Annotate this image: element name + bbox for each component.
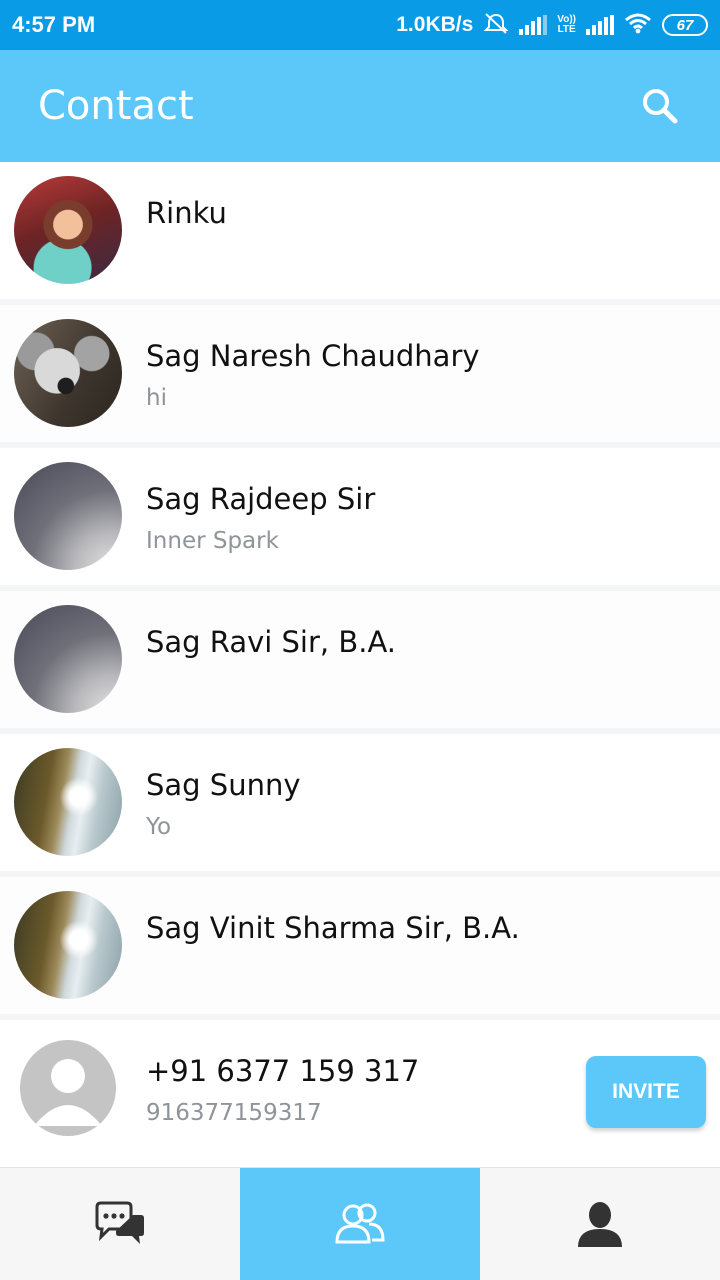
status-icons: 1.0KB/s Vo)) LTE 67 (396, 12, 708, 39)
contact-list: Rinku Sag Naresh Chaudhary hi Sag Rajdee… (0, 162, 720, 1167)
contact-status: hi (146, 385, 167, 411)
contact-status: 916377159317 (146, 1100, 322, 1126)
nav-contacts[interactable] (240, 1168, 480, 1280)
avatar (14, 462, 122, 570)
app-bar: Contact (0, 50, 720, 162)
wifi-icon (624, 12, 652, 39)
contact-row[interactable]: Rinku (0, 162, 720, 305)
profile-icon (578, 1202, 622, 1247)
contact-name: Sag Rajdeep Sir (146, 482, 376, 516)
contact-name: Rinku (146, 196, 227, 230)
status-time: 4:57 PM (12, 12, 96, 37)
avatar (14, 891, 122, 999)
lte-label: LTE (557, 24, 576, 35)
mute-alarm-icon (483, 12, 509, 39)
contact-name: Sag Naresh Chaudhary (146, 339, 480, 373)
search-icon (643, 89, 678, 124)
contact-status: Inner Spark (146, 528, 279, 554)
contact-row[interactable]: Sag Ravi Sir, B.A. (0, 591, 720, 734)
contact-row[interactable]: Sag Sunny Yo (0, 734, 720, 877)
volte-icon: Vo)) LTE (557, 15, 576, 35)
search-button[interactable] (638, 84, 682, 128)
avatar (14, 176, 122, 284)
signal-icon-2 (586, 15, 614, 35)
contact-name: Sag Vinit Sharma Sir, B.A. (146, 911, 520, 945)
nav-profile[interactable] (480, 1168, 720, 1280)
signal-icon (519, 15, 548, 35)
contact-name: +91 6377 159 317 (146, 1054, 420, 1088)
network-speed: 1.0KB/s (396, 13, 474, 36)
contacts-icon (335, 1203, 385, 1244)
contact-name: Sag Sunny (146, 768, 301, 802)
contact-status: Yo (146, 814, 172, 840)
contact-row[interactable]: +91 6377 159 317 916377159317 INVITE (0, 1020, 720, 1167)
avatar (14, 319, 122, 427)
nav-chats[interactable] (0, 1168, 240, 1280)
contact-name: Sag Ravi Sir, B.A. (146, 625, 397, 659)
default-avatar-icon (20, 1040, 116, 1136)
avatar (14, 605, 122, 713)
page-title: Contact (38, 83, 194, 129)
contact-row[interactable]: Sag Vinit Sharma Sir, B.A. (0, 877, 720, 1020)
invite-button[interactable]: INVITE (586, 1056, 706, 1128)
contact-row[interactable]: Sag Naresh Chaudhary hi (0, 305, 720, 448)
avatar (14, 748, 122, 856)
battery-icon: 67 (662, 14, 708, 36)
status-bar: 4:57 PM 1.0KB/s Vo)) LTE 67 (0, 0, 720, 50)
bottom-nav (0, 1167, 720, 1280)
chat-icon (95, 1201, 144, 1244)
contact-row[interactable]: Sag Rajdeep Sir Inner Spark (0, 448, 720, 591)
